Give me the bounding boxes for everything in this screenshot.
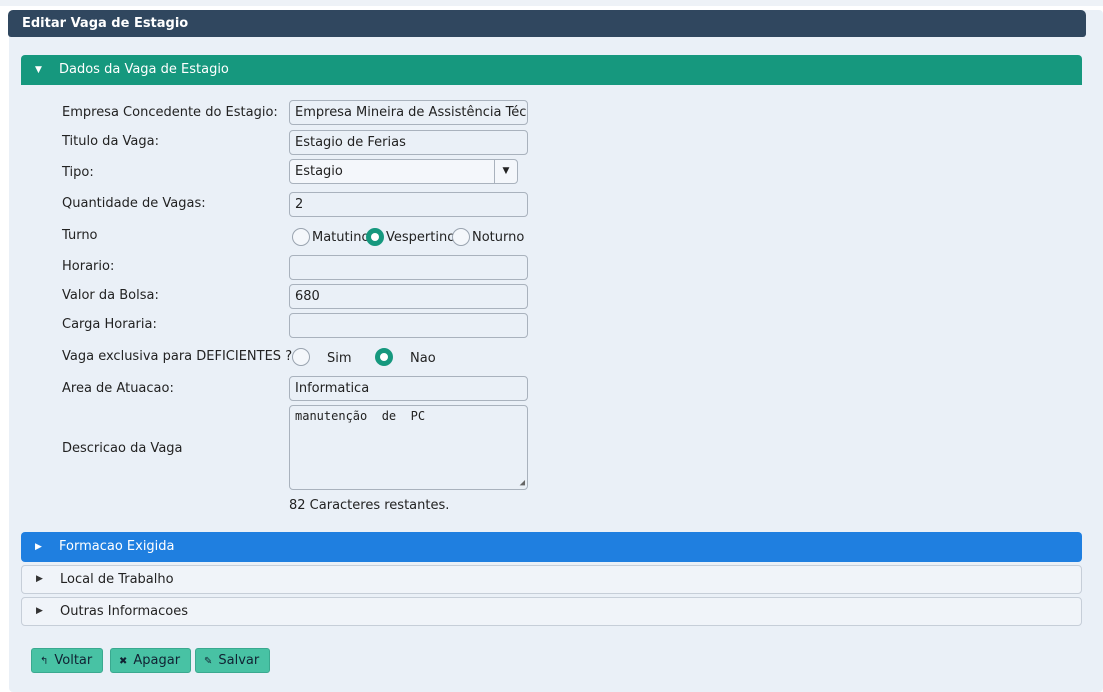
- section-local-label: Local de Trabalho: [60, 572, 174, 587]
- horario-input[interactable]: [289, 255, 528, 280]
- descricao-label: Descricao da Vaga: [62, 441, 183, 456]
- turno-matutino-label: Matutino: [312, 230, 370, 245]
- titulo-input[interactable]: Estagio de Ferias: [289, 130, 528, 155]
- turno-vespertino-label: Vespertino: [386, 230, 456, 245]
- deficientes-nao-label: Nao: [410, 351, 436, 366]
- pencil-icon: ✎: [204, 656, 213, 667]
- chars-remaining: 82 Caracteres restantes.: [289, 498, 450, 513]
- section-dados-label: Dados da Vaga de Estagio: [59, 62, 229, 77]
- valor-label: Valor da Bolsa:: [62, 288, 159, 303]
- deficientes-sim-radio[interactable]: [292, 348, 310, 366]
- resize-grip-icon[interactable]: ◢: [520, 478, 525, 488]
- caret-right-icon: ▶: [35, 542, 42, 552]
- salvar-label: Salvar: [218, 653, 260, 668]
- voltar-label: Voltar: [54, 653, 93, 668]
- section-outras-label: Outras Informacoes: [60, 604, 189, 619]
- carga-input[interactable]: [289, 313, 528, 338]
- caret-right-icon: ▶: [36, 606, 43, 616]
- deficientes-nao-radio[interactable]: [375, 348, 393, 366]
- top-strip: [0, 0, 1103, 6]
- section-formacao-label: Formacao Exigida: [59, 539, 175, 554]
- undo-icon: ↰: [40, 656, 49, 667]
- area-label: Area de Atuacao:: [62, 381, 174, 396]
- carga-label: Carga Horaria:: [62, 317, 157, 332]
- voltar-button[interactable]: ↰ Voltar: [31, 648, 104, 673]
- caret-down-icon: ▼: [35, 65, 42, 75]
- section-local-header[interactable]: ▶ Local de Trabalho: [21, 565, 1082, 594]
- x-icon: ✖: [119, 656, 128, 667]
- salvar-button[interactable]: ✎ Salvar: [195, 648, 271, 673]
- apagar-button[interactable]: ✖ Apagar: [110, 648, 192, 673]
- area-input[interactable]: Informatica: [289, 376, 528, 401]
- horario-label: Horario:: [62, 259, 115, 274]
- section-outras-header[interactable]: ▶ Outras Informacoes: [21, 597, 1082, 626]
- valor-bolsa-input[interactable]: 680: [289, 284, 528, 309]
- caret-right-icon: ▶: [36, 574, 43, 584]
- tipo-label: Tipo:: [62, 165, 94, 180]
- deficientes-sim-label: Sim: [327, 351, 352, 366]
- descricao-textarea[interactable]: manutenção de PC ◢: [289, 405, 528, 490]
- empresa-label: Empresa Concedente do Estagio:: [62, 105, 278, 120]
- turno-matutino-radio[interactable]: [292, 228, 310, 246]
- titulo-label: Titulo da Vaga:: [62, 134, 159, 149]
- quantidade-input[interactable]: 2: [289, 192, 528, 217]
- turno-vespertino-radio[interactable]: [366, 228, 384, 246]
- apagar-label: Apagar: [133, 653, 181, 668]
- tipo-select[interactable]: Estagio ▼: [289, 159, 518, 184]
- section-formacao-header[interactable]: ▶ Formacao Exigida: [21, 532, 1082, 562]
- empresa-input[interactable]: Empresa Mineira de Assistência Técnic: [289, 100, 528, 125]
- tipo-select-value: Estagio: [295, 164, 343, 179]
- turno-noturno-label: Noturno: [472, 230, 525, 245]
- section-dados-header[interactable]: ▼ Dados da Vaga de Estagio: [21, 55, 1082, 85]
- chevron-down-icon[interactable]: ▼: [494, 160, 517, 183]
- panel-title: Editar Vaga de Estagio: [8, 10, 1086, 37]
- descricao-text: manutenção de PC: [295, 409, 426, 423]
- turno-noturno-radio[interactable]: [452, 228, 470, 246]
- quantidade-label: Quantidade de Vagas:: [62, 196, 206, 211]
- deficientes-label: Vaga exclusiva para DEFICIENTES ?: [62, 349, 293, 364]
- turno-label: Turno: [62, 228, 98, 243]
